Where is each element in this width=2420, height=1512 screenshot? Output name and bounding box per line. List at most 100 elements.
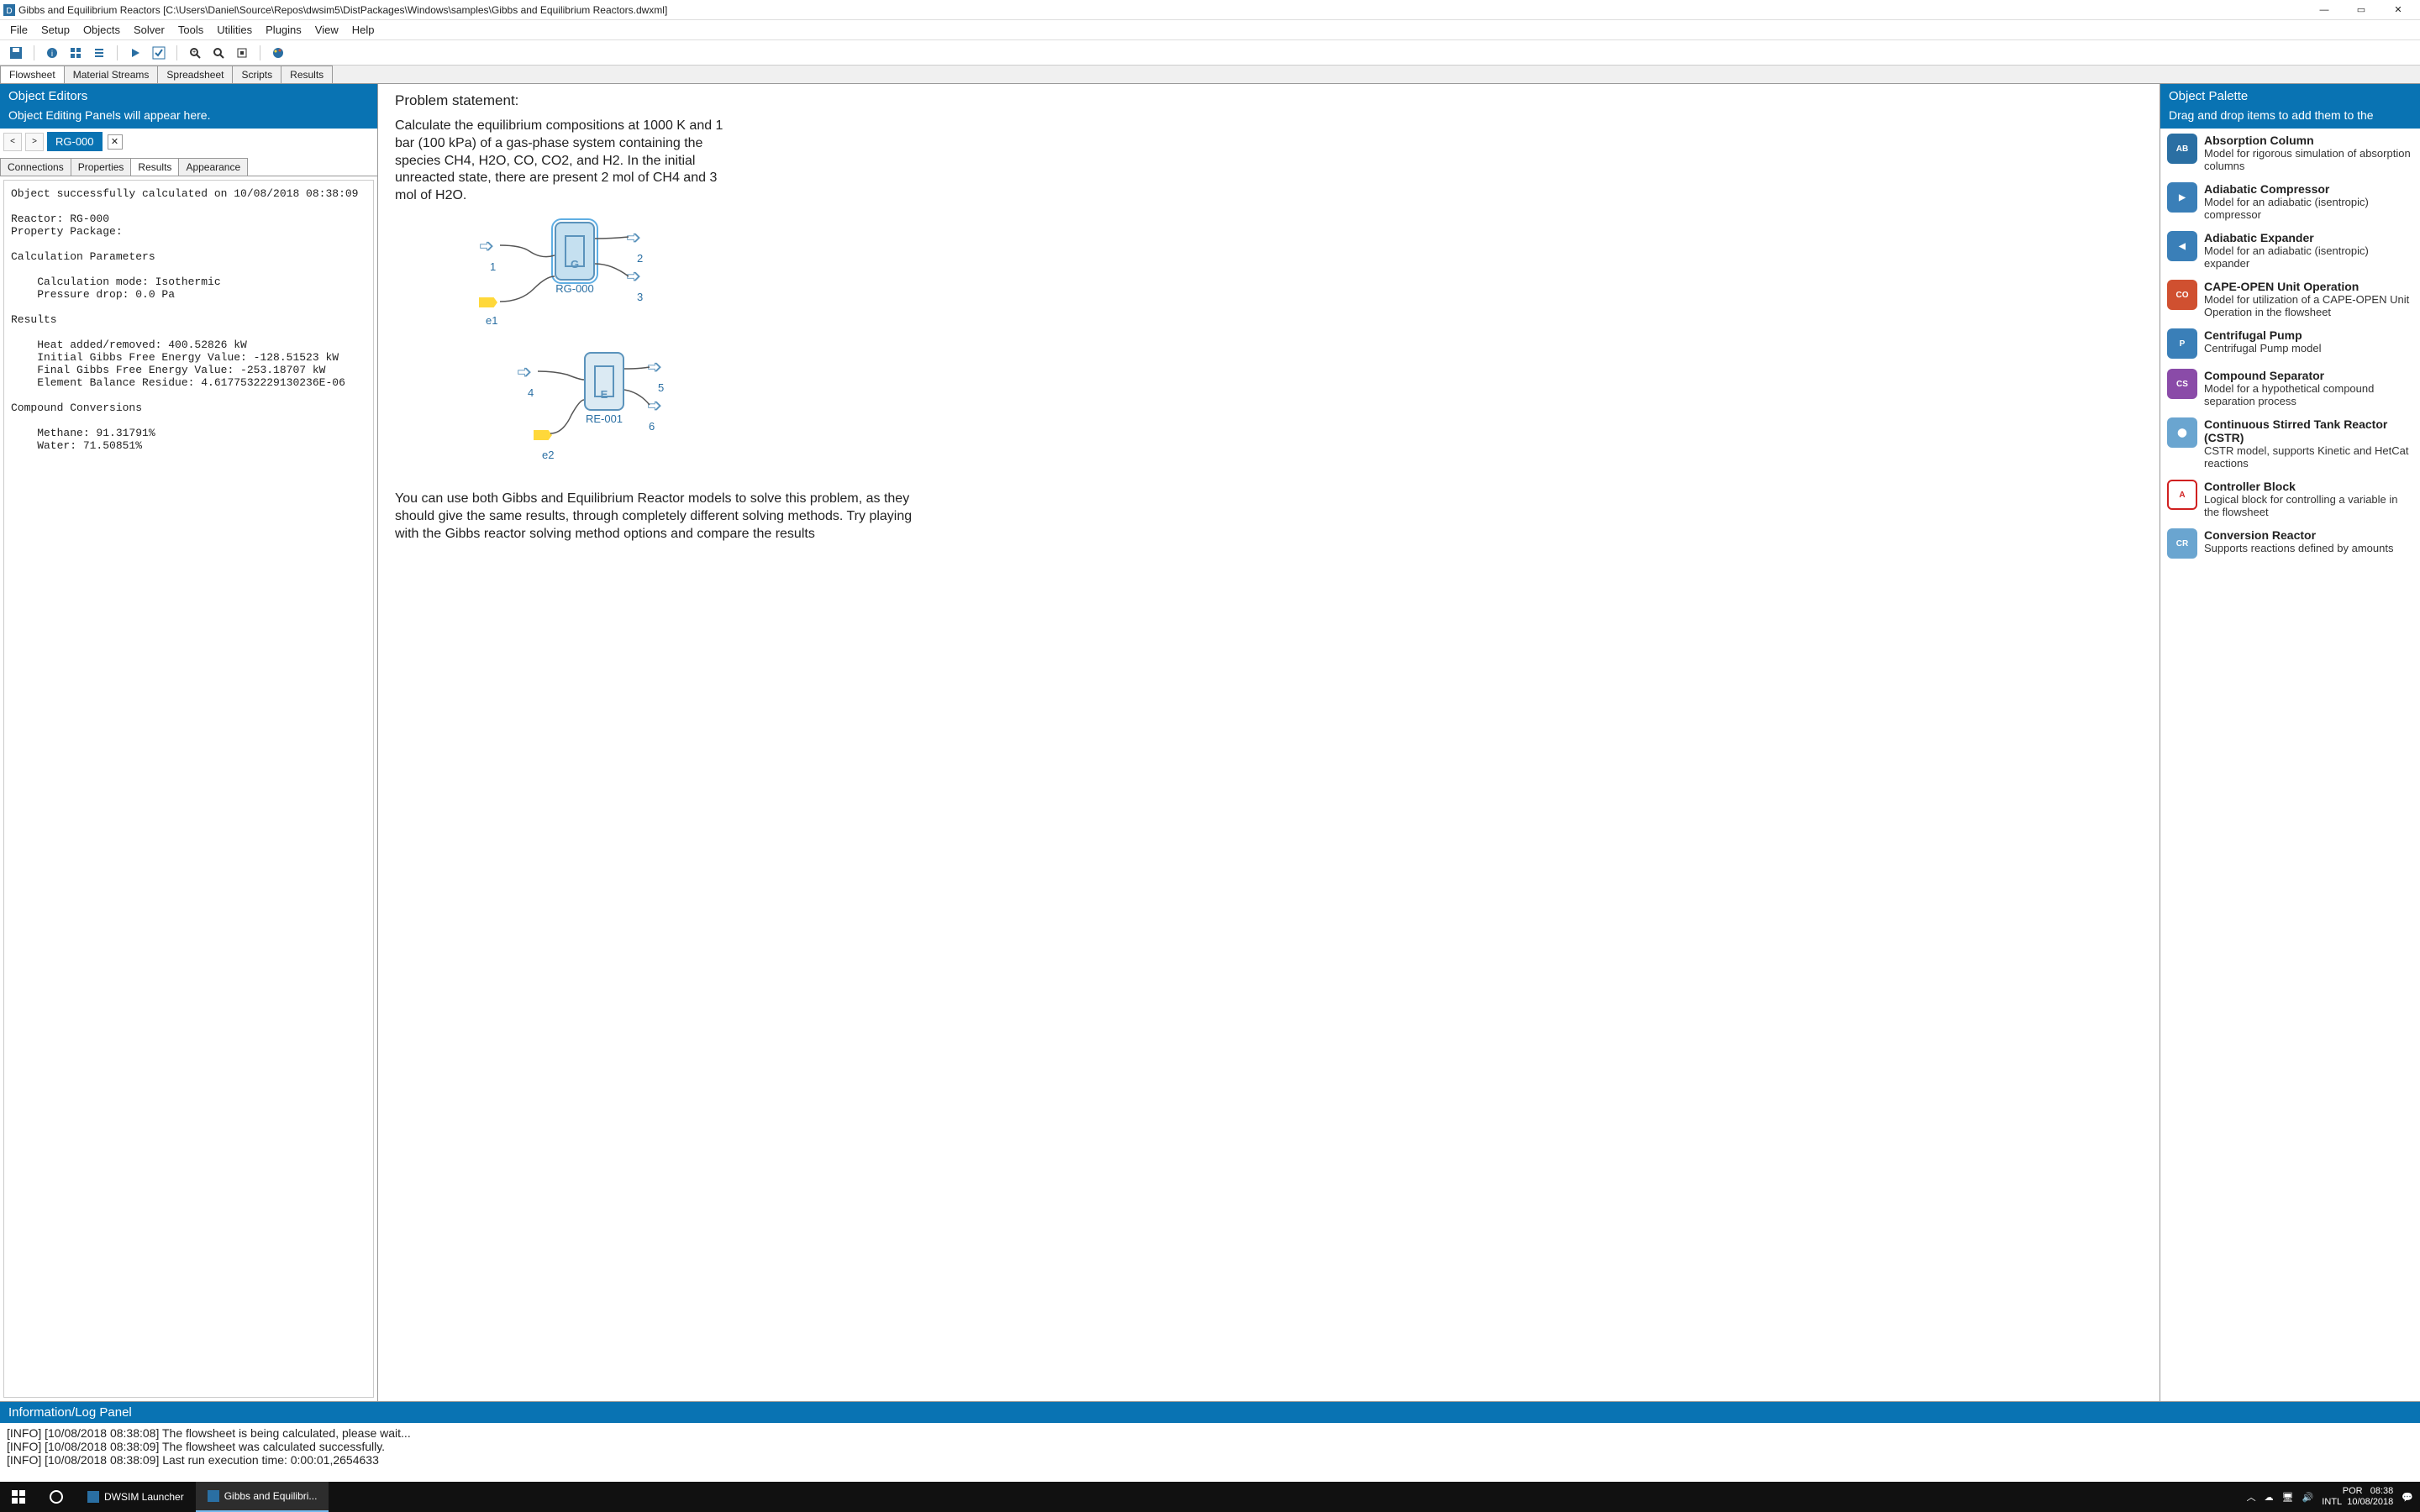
palette-item[interactable]: ABAbsorption ColumnModel for rigorous si… xyxy=(2160,129,2420,177)
tray-notifications-icon[interactable]: 💬 xyxy=(2402,1492,2413,1503)
nav-prev-button[interactable]: < xyxy=(3,133,22,151)
menu-objects[interactable]: Objects xyxy=(76,22,127,38)
menu-plugins[interactable]: Plugins xyxy=(259,22,308,38)
palette-item-desc: Model for a hypothetical compound separa… xyxy=(2204,382,2374,407)
palette-item-name: Absorption Column xyxy=(2204,134,2413,147)
subtab-appearance[interactable]: Appearance xyxy=(178,158,248,176)
svg-text:D: D xyxy=(6,7,12,16)
tab-material-streams[interactable]: Material Streams xyxy=(64,66,159,83)
taskbar-app-dwsim[interactable]: Gibbs and Equilibri... xyxy=(196,1482,329,1512)
energy-label-e1: e1 xyxy=(486,314,497,327)
menu-setup[interactable]: Setup xyxy=(34,22,76,38)
flowsheet-canvas[interactable]: Problem statement: Calculate the equilib… xyxy=(378,84,2160,1401)
reactor-gibbs[interactable]: G RG-000 xyxy=(555,222,595,281)
palette-item-icon: CO xyxy=(2167,280,2197,310)
tab-spreadsheet[interactable]: Spreadsheet xyxy=(157,66,233,83)
check-icon[interactable] xyxy=(150,44,168,62)
palette-item[interactable]: ◀Adiabatic ExpanderModel for an adiabati… xyxy=(2160,226,2420,275)
svg-text:i: i xyxy=(51,50,53,59)
palette-item[interactable]: COCAPE-OPEN Unit OperationModel for util… xyxy=(2160,275,2420,323)
stream-label-2: 2 xyxy=(637,252,643,265)
menu-file[interactable]: File xyxy=(3,22,34,38)
zoom-in-icon[interactable]: + xyxy=(186,44,204,62)
palette-item-name: CAPE-OPEN Unit Operation xyxy=(2204,280,2413,293)
main-tabs: Flowsheet Material Streams Spreadsheet S… xyxy=(0,66,2420,84)
palette-subtitle: Drag and drop items to add them to the xyxy=(2160,108,2420,129)
log-panel: Information/Log Panel [INFO] [10/08/2018… xyxy=(0,1401,2420,1482)
subtab-results[interactable]: Results xyxy=(130,158,179,176)
play-icon[interactable] xyxy=(126,44,145,62)
tab-results[interactable]: Results xyxy=(281,66,333,83)
palette-item[interactable]: AController BlockLogical block for contr… xyxy=(2160,475,2420,523)
close-button[interactable]: ✕ xyxy=(2380,0,2417,20)
palette-item[interactable]: ▶Adiabatic CompressorModel for an adiaba… xyxy=(2160,177,2420,226)
flowsheet-diagram: ➩ 1 G RG-000 ➩ 2 ➩ 3 e1 ➩ 4 xyxy=(395,213,2143,491)
palette-item-name: Adiabatic Compressor xyxy=(2204,182,2413,196)
info-icon[interactable]: i xyxy=(43,44,61,62)
tray-network-icon[interactable]: 🖥 xyxy=(2282,1492,2294,1503)
palette-icon[interactable] xyxy=(269,44,287,62)
subtab-connections[interactable]: Connections xyxy=(0,158,71,176)
toolbar: i + xyxy=(0,40,2420,66)
reactor-symbol: G xyxy=(571,258,579,270)
menu-utilities[interactable]: Utilities xyxy=(210,22,259,38)
reactor-label: RE-001 xyxy=(586,412,623,425)
stream-arrow-icon[interactable]: ➩ xyxy=(517,361,532,383)
palette-item[interactable]: CRConversion ReactorSupports reactions d… xyxy=(2160,523,2420,564)
palette-item-icon: ◀ xyxy=(2167,231,2197,261)
problem-title: Problem statement: xyxy=(395,92,2143,109)
tray-chevron-icon[interactable]: ︿ xyxy=(2247,1490,2256,1504)
palette-item-desc: Logical block for controlling a variable… xyxy=(2204,493,2398,518)
object-tab-close[interactable]: ✕ xyxy=(108,134,123,150)
palette-item[interactable]: PCentrifugal PumpCentrifugal Pump model xyxy=(2160,323,2420,364)
palette-item-name: Controller Block xyxy=(2204,480,2413,493)
svg-text:+: + xyxy=(192,50,196,55)
nav-next-button[interactable]: > xyxy=(25,133,44,151)
tray-onedrive-icon[interactable]: ☁ xyxy=(2265,1492,2274,1503)
palette-item-desc: Centrifugal Pump model xyxy=(2204,342,2321,354)
menu-view[interactable]: View xyxy=(308,22,345,38)
system-tray[interactable]: ︿ ☁ 🖥 🔊 POR 08:38 INTL 10/08/2018 💬 xyxy=(2240,1486,2420,1508)
palette-item-icon: CS xyxy=(2167,369,2197,399)
cortana-icon[interactable] xyxy=(37,1482,76,1512)
subtab-properties[interactable]: Properties xyxy=(71,158,132,176)
zoom-out-icon[interactable] xyxy=(209,44,228,62)
log-title: Information/Log Panel xyxy=(0,1402,2420,1423)
minimize-button[interactable]: — xyxy=(2306,0,2343,20)
taskbar-app-label: DWSIM Launcher xyxy=(104,1491,184,1503)
stream-arrow-icon[interactable]: ➩ xyxy=(479,235,494,257)
start-button[interactable] xyxy=(0,1482,37,1512)
stream-label-5: 5 xyxy=(658,381,664,394)
stream-label-6: 6 xyxy=(649,420,655,433)
palette-item-desc: Supports reactions defined by amounts xyxy=(2204,542,2393,554)
tray-date: 10/08/2018 xyxy=(2347,1497,2393,1507)
menu-tools[interactable]: Tools xyxy=(171,22,210,38)
palette-item-name: Compound Separator xyxy=(2204,369,2413,382)
grid-icon[interactable] xyxy=(66,44,85,62)
results-text[interactable]: Object successfully calculated on 10/08/… xyxy=(3,180,374,1398)
toolbar-separator xyxy=(117,45,118,60)
connector-line xyxy=(534,365,584,440)
tab-flowsheet[interactable]: Flowsheet xyxy=(0,66,65,83)
tray-clock[interactable]: POR 08:38 INTL 10/08/2018 xyxy=(2322,1486,2393,1508)
palette-item[interactable]: ⬤Continuous Stirred Tank Reactor (CSTR)C… xyxy=(2160,412,2420,475)
palette-item-name: Conversion Reactor xyxy=(2204,528,2393,542)
maximize-button[interactable]: ▭ xyxy=(2343,0,2380,20)
object-tab[interactable]: RG-000 xyxy=(47,132,103,151)
tab-scripts[interactable]: Scripts xyxy=(232,66,281,83)
menu-help[interactable]: Help xyxy=(345,22,381,38)
palette-item[interactable]: CS Compound SeparatorModel for a hypothet… xyxy=(2160,364,2420,412)
save-icon[interactable] xyxy=(7,44,25,62)
tray-volume-icon[interactable]: 🔊 xyxy=(2302,1492,2314,1503)
menu-solver[interactable]: Solver xyxy=(127,22,171,38)
fit-icon[interactable] xyxy=(233,44,251,62)
energy-stream-icon[interactable] xyxy=(479,297,497,307)
taskbar-app-launcher[interactable]: DWSIM Launcher xyxy=(76,1482,196,1512)
problem-paragraph-1: Calculate the equilibrium compositions a… xyxy=(395,118,731,205)
tray-lang: POR xyxy=(2343,1486,2363,1496)
settings-icon[interactable] xyxy=(90,44,108,62)
palette-list[interactable]: ABAbsorption ColumnModel for rigorous si… xyxy=(2160,129,2420,1401)
reactor-equilibrium[interactable]: E RE-001 xyxy=(584,352,624,411)
object-palette-panel: Object Palette Drag and drop items to ad… xyxy=(2160,84,2420,1401)
log-body[interactable]: [INFO] [10/08/2018 08:38:08] The flowshe… xyxy=(0,1423,2420,1482)
